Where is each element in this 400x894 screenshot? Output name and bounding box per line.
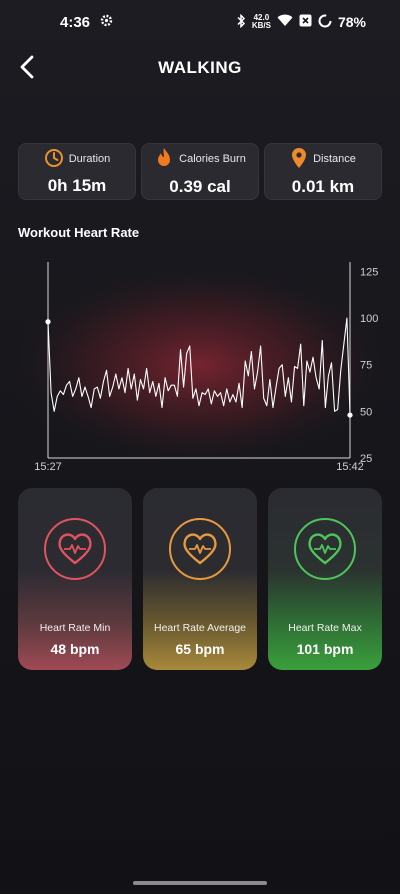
heart-rate-min-card: Heart Rate Min 48 bpm (18, 488, 132, 670)
heart-pulse-icon (183, 533, 217, 565)
series-endpoint-marker (347, 412, 353, 418)
bluetooth-icon (236, 13, 246, 31)
heart-rate-min-value: 48 bpm (50, 641, 100, 657)
heart-rate-average-ring (169, 518, 231, 580)
back-button[interactable] (14, 52, 44, 82)
stat-label: Distance (313, 153, 356, 165)
page-title: WALKING (158, 58, 242, 77)
battery-ring-icon (318, 14, 332, 31)
sim-off-icon (299, 14, 312, 30)
y-tick-label: 50 (360, 406, 372, 418)
location-pin-icon (290, 147, 308, 172)
heart-pulse-icon (308, 533, 342, 565)
settings-gear-icon (100, 14, 113, 31)
stat-label: Calories Burn (179, 153, 246, 165)
heart-rate-min-ring (44, 518, 106, 580)
workout-stats: Duration 0h 15m Calories Burn 0.39 cal D… (18, 143, 382, 200)
heart-rate-average-value: 65 bpm (175, 641, 225, 657)
heart-rate-max-value: 101 bpm (296, 641, 354, 657)
heart-rate-cards: Heart Rate Min 48 bpm Heart Rate Average… (18, 488, 382, 670)
status-left: 4:36 (60, 14, 113, 31)
battery-percent: 78% (337, 14, 366, 30)
status-bar: 4:36 42.0 KB/S 78% (0, 0, 400, 44)
header: WALKING (0, 44, 400, 92)
chevron-left-icon (20, 55, 34, 79)
heart-rate-max-card: Heart Rate Max 101 bpm (268, 488, 382, 670)
stat-card-distance: Distance 0.01 km (264, 143, 382, 200)
y-tick-label: 100 (360, 313, 378, 325)
heart-rate-chart: 125 100 75 50 25 15:27 15:42 (0, 250, 400, 478)
home-indicator[interactable] (133, 881, 267, 885)
chart-title: Workout Heart Rate (18, 225, 140, 240)
y-tick-label: 125 (360, 266, 378, 278)
stat-label: Duration (68, 153, 111, 165)
flame-icon (154, 147, 174, 172)
status-right: 42.0 KB/S 78% (236, 13, 366, 31)
status-time: 4:36 (60, 13, 91, 31)
network-speed-unit: KB/S (251, 21, 271, 30)
stat-value: 0.01 km (291, 176, 355, 196)
heart-rate-max-ring (294, 518, 356, 580)
chart-glow (20, 270, 380, 460)
stat-card-calories: Calories Burn 0.39 cal (141, 143, 259, 200)
x-tick-label: 15:42 (336, 461, 364, 473)
y-tick-label: 75 (360, 360, 372, 372)
stat-card-duration: Duration 0h 15m (18, 143, 136, 200)
heart-rate-min-label: Heart Rate Min (39, 622, 111, 634)
heart-rate-max-label: Heart Rate Max (288, 622, 362, 634)
heart-rate-average-label: Heart Rate Average (153, 622, 247, 634)
stat-value: 0.39 cal (169, 176, 231, 196)
wifi-icon (277, 14, 293, 30)
network-speed: 42.0 KB/S (252, 14, 271, 30)
series-endpoint-marker (45, 319, 51, 325)
x-tick-label: 15:27 (34, 461, 62, 473)
heart-rate-average-card: Heart Rate Average 65 bpm (143, 488, 257, 670)
heart-pulse-icon (58, 533, 92, 565)
clock-icon (44, 148, 64, 171)
stat-value: 0h 15m (47, 175, 107, 195)
